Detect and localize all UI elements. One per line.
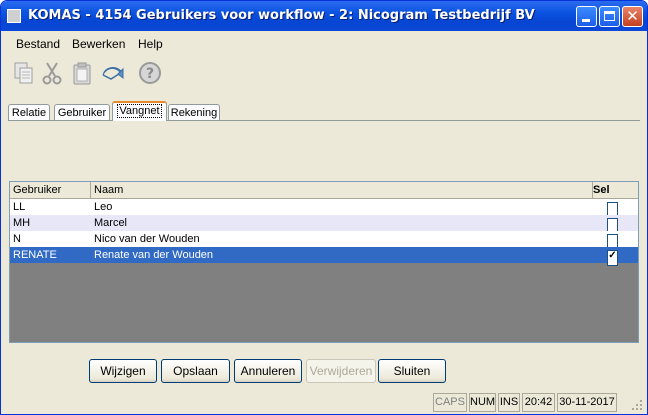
title-bar[interactable]: KOMAS - 4154 Gebruikers voor workflow - … [1, 1, 647, 31]
num-indicator: NUM [469, 393, 496, 412]
copy-icon[interactable] [11, 60, 37, 86]
minimize-button[interactable] [576, 6, 597, 27]
col-header-gebruiker[interactable]: Gebruiker [10, 182, 91, 198]
cell-gebruiker: LL [13, 201, 26, 213]
resize-grip-icon[interactable] [631, 399, 643, 411]
window-title: KOMAS - 4154 Gebruikers voor workflow - … [28, 8, 535, 23]
col-header-naam[interactable]: Naam [91, 182, 593, 198]
cell-gebruiker: MH [13, 217, 31, 229]
close-button[interactable]: ✕ [622, 6, 643, 27]
maximize-icon [604, 11, 615, 21]
toolbar: ? [7, 57, 167, 90]
table-row-selected[interactable]: RENATE Renate van der Wouden ✓ [10, 247, 638, 266]
minimize-icon [582, 19, 590, 22]
tab-rekening-label: Rekening [170, 107, 218, 119]
cell-naam: Nico van der Wouden [94, 233, 200, 245]
date-display: 30-11-2017 [557, 393, 617, 412]
main-window: KOMAS - 4154 Gebruikers voor workflow - … [0, 0, 648, 415]
svg-text:?: ? [146, 66, 154, 82]
sel-checkbox-checked[interactable]: ✓ [607, 250, 618, 266]
menu-bewerken[interactable]: Bewerken [72, 37, 125, 51]
verwijderen-button: Verwijderen [306, 359, 376, 383]
annuleren-button[interactable]: Annuleren [234, 359, 302, 383]
grid-header: Gebruiker Naam Sel [10, 182, 638, 199]
tab-divider [8, 120, 640, 121]
cell-gebruiker: RENATE [13, 249, 57, 261]
help-icon[interactable]: ? [137, 60, 163, 86]
cell-naam: Marcel [94, 217, 128, 229]
tab-gebruiker-label: Gebruiker [57, 107, 107, 119]
tab-vangnet-label: Vangnet [117, 104, 162, 118]
caps-indicator: CAPS [433, 393, 467, 412]
menu-help[interactable]: Help [138, 37, 163, 51]
opslaan-button[interactable]: Opslaan [161, 359, 230, 383]
cell-gebruiker: N [13, 233, 21, 245]
menu-bestand[interactable]: Bestand [16, 37, 60, 51]
time-display: 20:42 [522, 393, 555, 412]
paste-icon[interactable] [69, 60, 95, 86]
status-bar: CAPS NUM INS 20:42 30-11-2017 [1, 391, 647, 414]
maximize-button[interactable] [599, 6, 620, 27]
cut-icon[interactable] [39, 60, 65, 86]
cell-naam: Leo [94, 201, 113, 213]
table-row[interactable]: LL Leo [10, 199, 638, 218]
tab-relatie-label: Relatie [11, 107, 47, 119]
table-row[interactable]: N Nico van der Wouden [10, 231, 638, 250]
tab-gebruiker[interactable]: Gebruiker [54, 104, 110, 120]
sluiten-button[interactable]: Sluiten [378, 359, 446, 383]
col-header-sel[interactable]: Sel [593, 182, 638, 198]
table-row[interactable]: MH Marcel [10, 215, 638, 234]
close-icon: ✕ [626, 7, 639, 25]
tab-relatie[interactable]: Relatie [8, 104, 50, 120]
ins-indicator: INS [498, 393, 520, 412]
undo-icon[interactable] [99, 60, 125, 86]
cell-naam: Renate van der Wouden [94, 249, 214, 261]
users-grid[interactable]: Gebruiker Naam Sel LL Leo MH Marcel N Ni… [9, 181, 639, 343]
app-icon [7, 9, 21, 23]
tab-vangnet[interactable]: Vangnet [112, 101, 167, 121]
tab-rekening[interactable]: Rekening [168, 104, 220, 120]
wijzigen-button[interactable]: Wijzigen [89, 359, 157, 383]
